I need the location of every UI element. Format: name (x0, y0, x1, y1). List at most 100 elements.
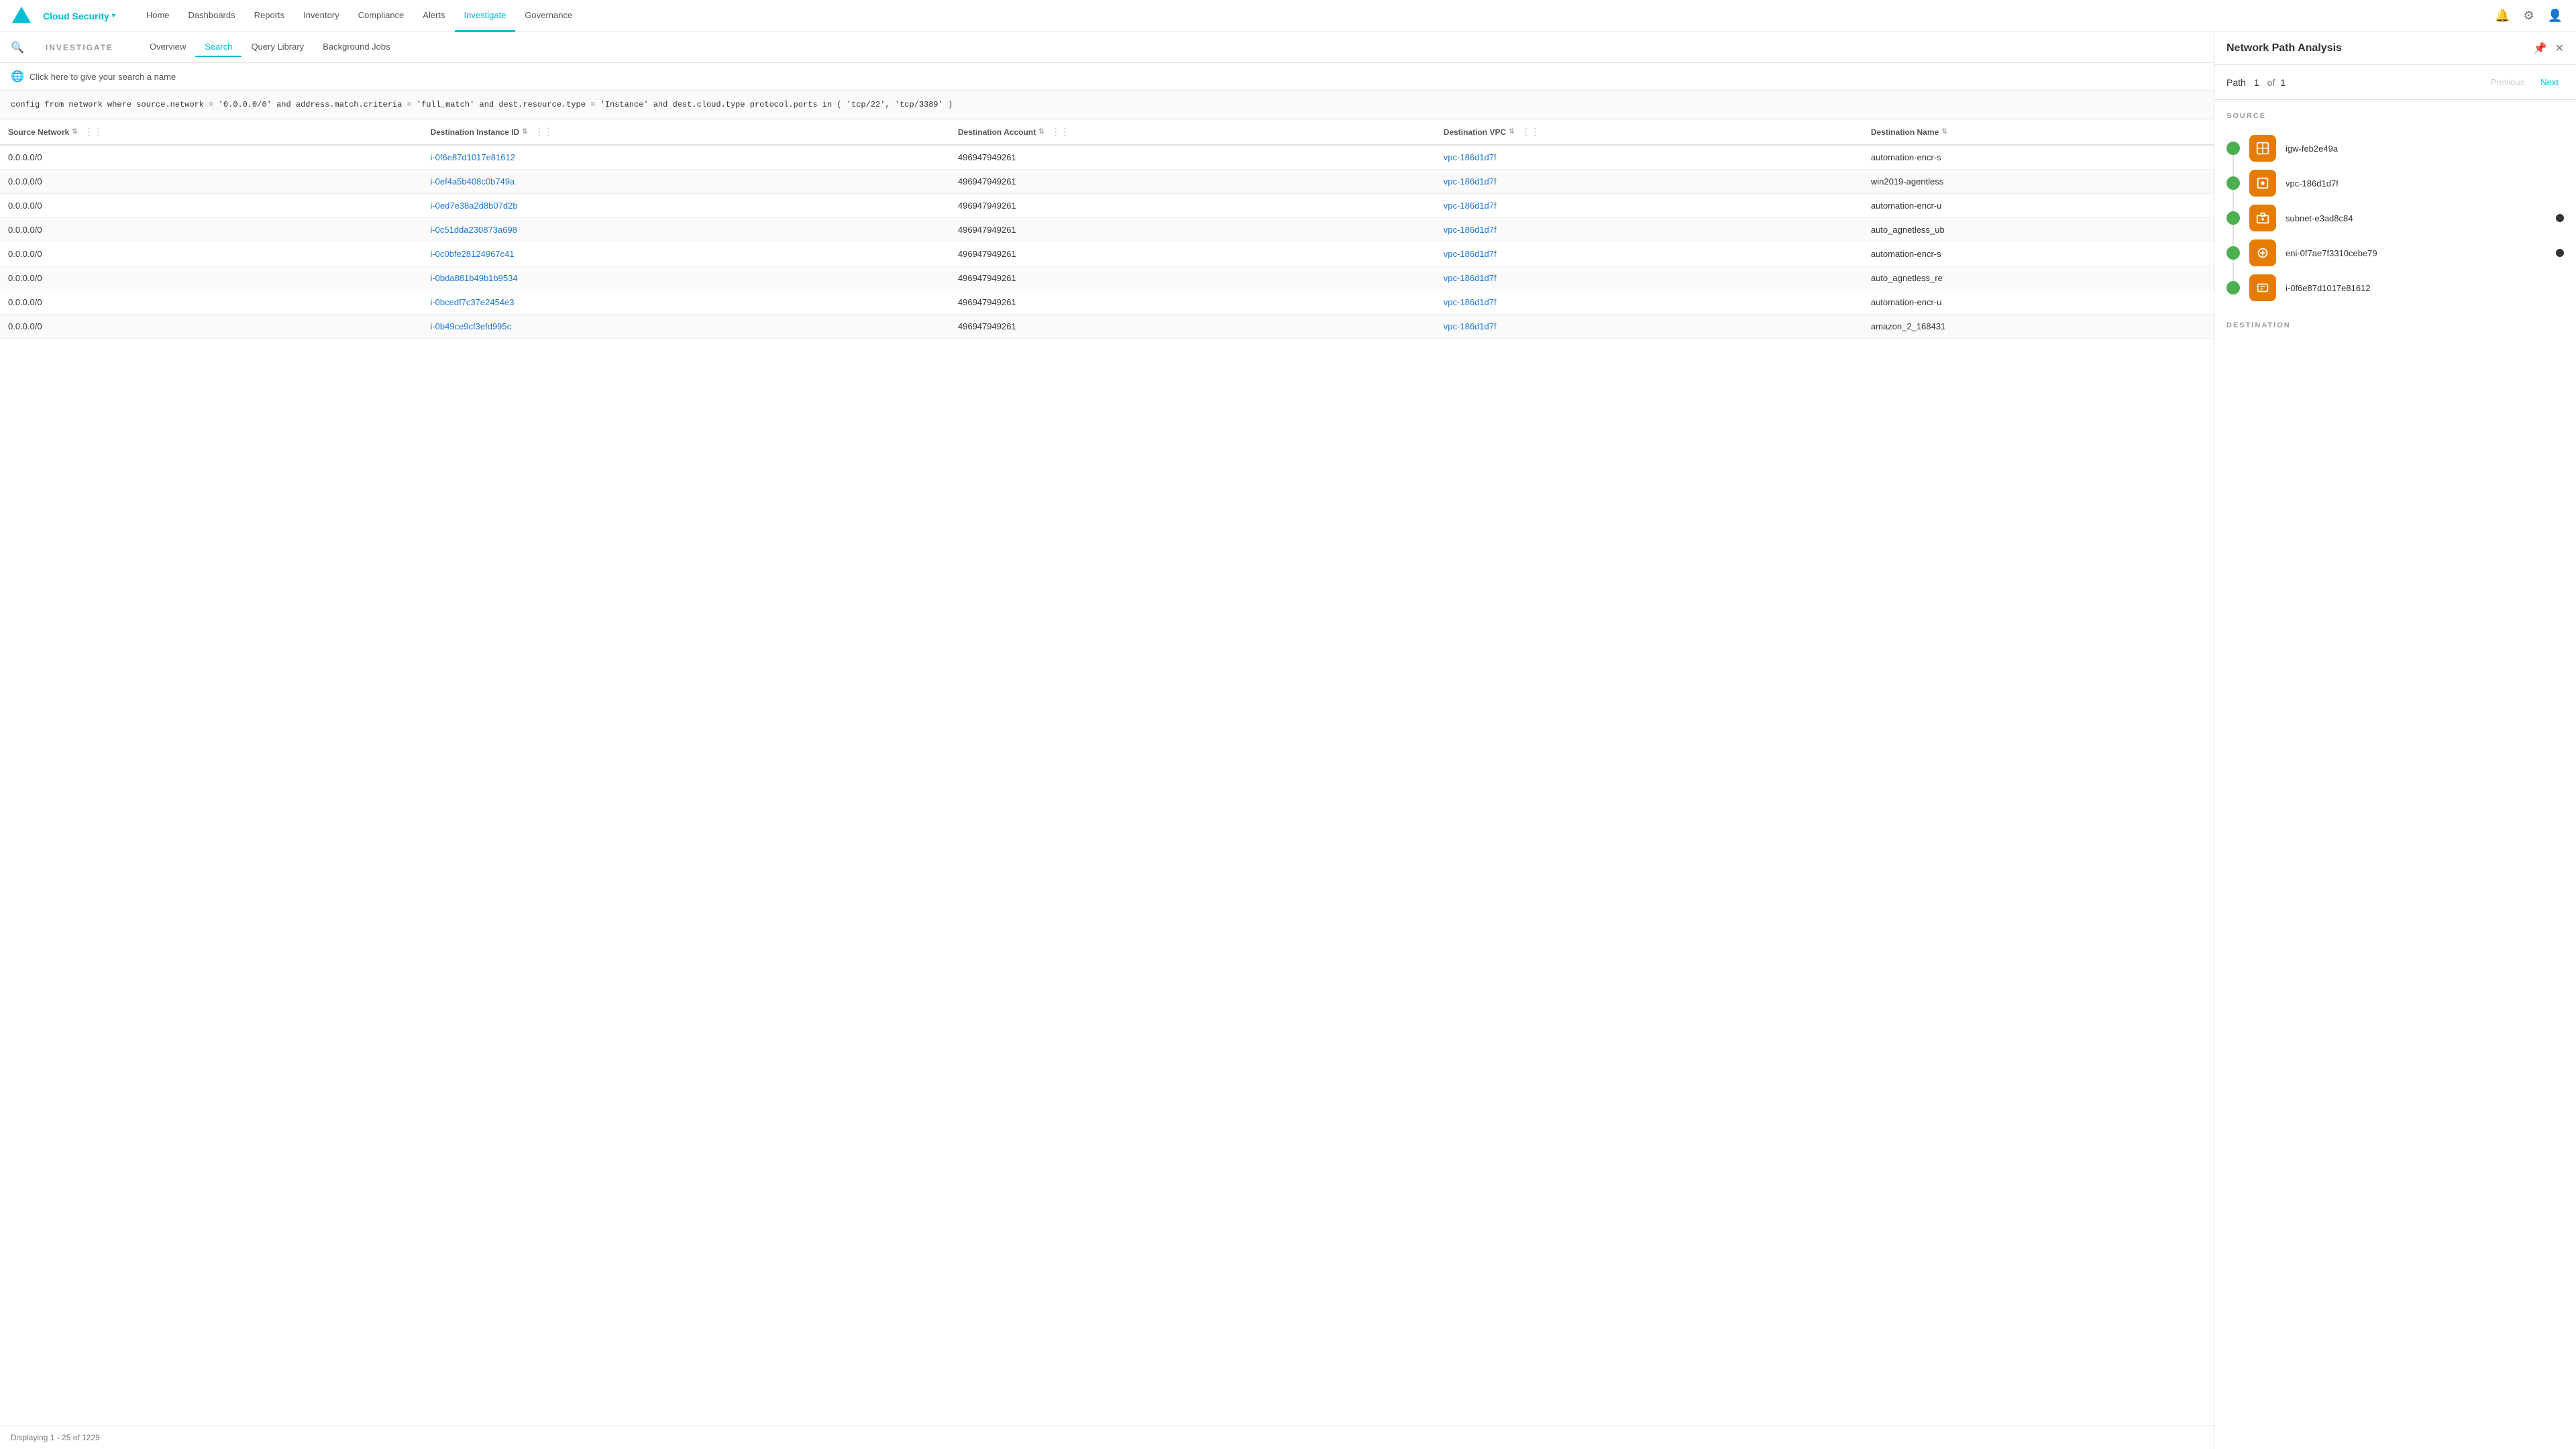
drag-dest-account-icon[interactable]: ⋮⋮ (1051, 126, 1070, 138)
cell-dest-instance: i-0b49ce9cf3efd995c (422, 315, 949, 339)
nav-item-inventory[interactable]: Inventory (294, 0, 348, 32)
path-item[interactable]: vpc-186d1d7f (2226, 166, 2564, 201)
tab-search[interactable]: Search (195, 38, 241, 57)
brand-button[interactable]: Cloud Security ▾ (38, 8, 121, 24)
dest-vpc-link[interactable]: vpc-186d1d7f (1444, 152, 1497, 162)
cell-dest-account: 496947949261 (950, 194, 1436, 218)
tab-overview[interactable]: Overview (140, 38, 195, 57)
cell-dest-name: amazon_2_168431 (1863, 315, 2214, 339)
table-row[interactable]: 0.0.0.0/0 i-0ed7e38a2d8b07d2b 4969479492… (0, 194, 2214, 218)
path-nav: Path 1 of 1 Previous Next (2214, 65, 2576, 100)
path-dot (2226, 211, 2240, 225)
col-source-network-label: Source Network (8, 127, 69, 137)
query-text[interactable]: config from network where source.network… (11, 99, 2203, 111)
table-row[interactable]: 0.0.0.0/0 i-0bcedf7c37e2454e3 4969479492… (0, 290, 2214, 315)
cell-source-network: 0.0.0.0/0 (0, 266, 422, 290)
cell-dest-instance: i-0ef4a5b408c0b749a (422, 170, 949, 194)
next-button[interactable]: Next (2535, 74, 2564, 90)
path-item-extra-dot (2556, 214, 2564, 222)
investigate-tabs: Overview Search Query Library Background… (140, 38, 400, 57)
cell-dest-instance: i-0f6e87d1017e81612 (422, 145, 949, 170)
col-dest-vpc[interactable]: Destination VPC ⇅ ⋮⋮ (1436, 119, 1863, 145)
previous-button[interactable]: Previous (2485, 74, 2530, 90)
drag-dest-vpc-icon[interactable]: ⋮⋮ (1521, 126, 1540, 138)
path-icon-box (2249, 135, 2276, 162)
table-footer: Displaying 1 - 25 of 1229 (0, 1426, 2214, 1449)
dest-instance-link[interactable]: i-0ef4a5b408c0b749a (430, 176, 515, 186)
cell-dest-account: 496947949261 (950, 290, 1436, 315)
cell-dest-name: automation-encr-s (1863, 242, 2214, 266)
table-row[interactable]: 0.0.0.0/0 i-0bda881b49b1b9534 4969479492… (0, 266, 2214, 290)
table-row[interactable]: 0.0.0.0/0 i-0c51dda230873a698 4969479492… (0, 218, 2214, 242)
nav-item-compliance[interactable]: Compliance (349, 0, 414, 32)
dest-instance-link[interactable]: i-0bcedf7c37e2454e3 (430, 297, 514, 307)
path-item-name: eni-0f7ae7f3310cebe79 (2286, 248, 2377, 258)
dest-instance-link[interactable]: i-0ed7e38a2d8b07d2b (430, 201, 517, 211)
investigate-label: INVESTIGATE (46, 43, 113, 52)
pin-icon[interactable]: 📌 (2534, 42, 2547, 55)
dest-instance-link[interactable]: i-0bda881b49b1b9534 (430, 273, 517, 283)
dest-vpc-link[interactable]: vpc-186d1d7f (1444, 297, 1497, 307)
search-name-bar[interactable]: 🌐 Click here to give your search a name (0, 63, 2214, 91)
path-item-name: igw-feb2e49a (2286, 144, 2338, 154)
path-item[interactable]: igw-feb2e49a (2226, 131, 2564, 166)
nav-item-dashboards[interactable]: Dashboards (179, 0, 245, 32)
tab-query-library[interactable]: Query Library (241, 38, 313, 57)
dest-vpc-link[interactable]: vpc-186d1d7f (1444, 321, 1497, 331)
cell-dest-vpc: vpc-186d1d7f (1436, 194, 1863, 218)
table-row[interactable]: 0.0.0.0/0 i-0f6e87d1017e81612 4969479492… (0, 145, 2214, 170)
dest-vpc-link[interactable]: vpc-186d1d7f (1444, 225, 1497, 235)
col-dest-account[interactable]: Destination Account ⇅ ⋮⋮ (950, 119, 1436, 145)
nav-item-investigate[interactable]: Investigate (455, 0, 516, 32)
dest-instance-link[interactable]: i-0f6e87d1017e81612 (430, 152, 515, 162)
cell-dest-vpc: vpc-186d1d7f (1436, 290, 1863, 315)
dest-instance-link[interactable]: i-0c0bfe28124967c41 (430, 249, 514, 259)
table-row[interactable]: 0.0.0.0/0 i-0b49ce9cf3efd995c 4969479492… (0, 315, 2214, 339)
nav-item-home[interactable]: Home (137, 0, 179, 32)
cell-dest-account: 496947949261 (950, 170, 1436, 194)
cell-dest-instance: i-0ed7e38a2d8b07d2b (422, 194, 949, 218)
table-row[interactable]: 0.0.0.0/0 i-0ef4a5b408c0b749a 4969479492… (0, 170, 2214, 194)
cell-dest-name: auto_agnetless_ub (1863, 218, 2214, 242)
nav-item-reports[interactable]: Reports (245, 0, 294, 32)
cell-dest-vpc: vpc-186d1d7f (1436, 315, 1863, 339)
path-item[interactable]: i-0f6e87d1017e81612 (2226, 270, 2564, 305)
path-dot (2226, 246, 2240, 260)
col-dest-name-label: Destination Name (1871, 127, 1939, 137)
dest-vpc-link[interactable]: vpc-186d1d7f (1444, 273, 1497, 283)
notification-icon[interactable]: 🔔 (2492, 6, 2512, 25)
close-icon[interactable]: ✕ (2555, 42, 2564, 55)
drag-source-network-icon[interactable]: ⋮⋮ (85, 126, 103, 138)
dest-vpc-link[interactable]: vpc-186d1d7f (1444, 201, 1497, 211)
user-icon[interactable]: 👤 (2545, 6, 2565, 25)
dest-vpc-link[interactable]: vpc-186d1d7f (1444, 176, 1497, 186)
tab-background-jobs[interactable]: Background Jobs (313, 38, 399, 57)
sort-dest-account-icon: ⇅ (1038, 128, 1044, 136)
content-area: 🔍 INVESTIGATE Overview Search Query Libr… (0, 32, 2576, 1449)
dest-instance-link[interactable]: i-0b49ce9cf3efd995c (430, 321, 511, 331)
cell-source-network: 0.0.0.0/0 (0, 218, 422, 242)
col-source-network[interactable]: Source Network ⇅ ⋮⋮ (0, 119, 422, 145)
dest-instance-link[interactable]: i-0c51dda230873a698 (430, 225, 517, 235)
table-row[interactable]: 0.0.0.0/0 i-0c0bfe28124967c41 4969479492… (0, 242, 2214, 266)
cell-dest-instance: i-0c0bfe28124967c41 (422, 242, 949, 266)
col-dest-name[interactable]: Destination Name ⇅ (1863, 119, 2214, 145)
nav-item-alerts[interactable]: Alerts (413, 0, 454, 32)
cell-dest-account: 496947949261 (950, 218, 1436, 242)
path-dot (2226, 176, 2240, 190)
sort-source-network-icon: ⇅ (72, 128, 77, 136)
settings-icon[interactable]: ⚙ (2520, 6, 2536, 25)
path-item[interactable]: eni-0f7ae7f3310cebe79 (2226, 235, 2564, 270)
investigate-search-icon: 🔍 (11, 41, 24, 54)
drag-dest-instance-icon[interactable]: ⋮⋮ (535, 126, 553, 138)
nav-right: 🔔 ⚙ 👤 (2492, 6, 2565, 25)
search-name-placeholder[interactable]: Click here to give your search a name (30, 72, 176, 82)
col-dest-instance[interactable]: Destination Instance ID ⇅ ⋮⋮ (422, 119, 949, 145)
path-item[interactable]: subnet-e3ad8c84 (2226, 201, 2564, 235)
nav-item-governance[interactable]: Governance (515, 0, 582, 32)
dest-vpc-link[interactable]: vpc-186d1d7f (1444, 249, 1497, 259)
path-dot (2226, 142, 2240, 155)
cell-dest-name: win2019-agentless (1863, 170, 2214, 194)
cell-dest-instance: i-0c51dda230873a698 (422, 218, 949, 242)
cell-dest-account: 496947949261 (950, 242, 1436, 266)
